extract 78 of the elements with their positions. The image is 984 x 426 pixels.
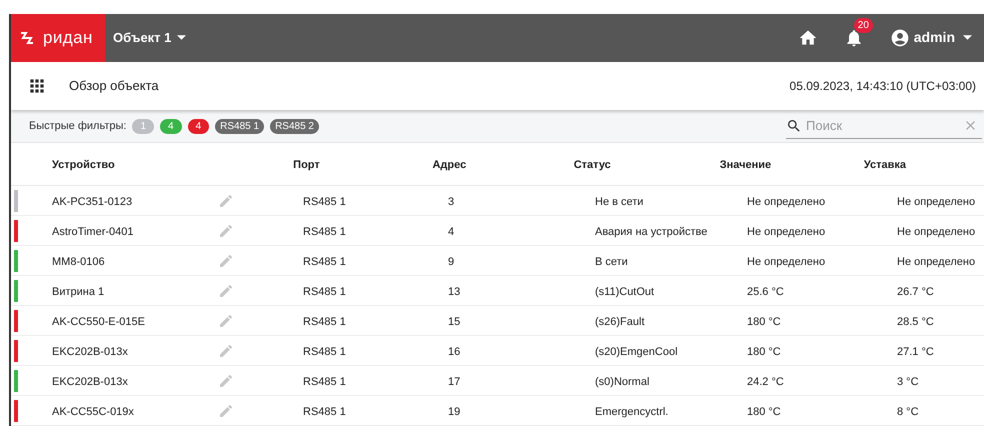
table-cell: RS485 1 bbox=[303, 226, 346, 238]
table-cell: AstroTimer-0401 bbox=[52, 226, 134, 238]
search-field[interactable]: Поиск bbox=[806, 116, 963, 136]
table-cell: 8 °C bbox=[897, 406, 919, 418]
column-header: Порт bbox=[293, 159, 320, 172]
table-cell: Emergencyctrl. bbox=[595, 406, 668, 418]
table-cell: Не определено bbox=[747, 256, 826, 268]
table-cell: RS485 1 bbox=[303, 286, 346, 298]
table-cell: 19 bbox=[448, 406, 460, 418]
user-menu[interactable]: admin bbox=[890, 27, 972, 48]
table-cell: 4 bbox=[448, 226, 454, 238]
filter-chip[interactable]: RS485 2 bbox=[270, 118, 319, 134]
pencil-icon[interactable] bbox=[218, 222, 234, 238]
logo-icon bbox=[19, 30, 35, 45]
pencil-icon[interactable] bbox=[218, 282, 234, 298]
table-cell: Не определено bbox=[897, 226, 976, 238]
table-cell: 27.1 °C bbox=[897, 346, 934, 358]
table-cell: 26.7 °C bbox=[897, 286, 934, 298]
caret-icon bbox=[963, 35, 972, 40]
table-cell: 3 °C bbox=[897, 376, 919, 388]
table-cell: 180 °C bbox=[747, 406, 781, 418]
table-cell: (s26)Fault bbox=[595, 316, 645, 328]
pencil-icon[interactable] bbox=[218, 192, 234, 208]
table-cell: 9 bbox=[448, 256, 454, 268]
caret-icon bbox=[177, 35, 186, 40]
table-cell: 3 bbox=[448, 196, 454, 208]
table-cell: 13 bbox=[448, 286, 460, 298]
table-cell: 25.6 °C bbox=[747, 286, 784, 298]
table-cell: Витрина 1 bbox=[52, 286, 104, 298]
datetime: 05.09.2023, 14:43:10 (UTC+03:00) bbox=[790, 78, 976, 95]
column-header: Уставка bbox=[864, 159, 906, 172]
table-cell: MM8-0106 bbox=[52, 256, 105, 268]
table-cell: EKC202B-013x bbox=[52, 346, 128, 358]
pencil-icon[interactable] bbox=[218, 342, 234, 358]
column-header: Статус bbox=[574, 159, 611, 172]
table-cell: EKC202B-013x bbox=[52, 376, 128, 388]
filters-label: Быстрые фильтры: bbox=[29, 118, 126, 134]
table-cell: RS485 1 bbox=[303, 346, 346, 358]
table-cell: 16 bbox=[448, 346, 460, 358]
notification-badge: 20 bbox=[854, 18, 873, 33]
pencil-icon[interactable] bbox=[218, 312, 234, 328]
table-cell: Не в сети bbox=[595, 196, 644, 208]
object-dropdown[interactable]: Объект 1 bbox=[113, 28, 186, 48]
page-title: Обзор объекта bbox=[69, 77, 159, 96]
column-header: Значение bbox=[720, 159, 772, 172]
table-cell: (s0)Normal bbox=[595, 376, 650, 388]
table-cell: (s11)CutOut bbox=[595, 286, 654, 298]
table-cell: AK-CC55C-019x bbox=[52, 406, 134, 418]
logo-text: ридан bbox=[43, 27, 93, 50]
table-cell: 28.5 °C bbox=[897, 316, 934, 328]
table-cell: RS485 1 bbox=[303, 406, 346, 418]
table-cell: AK-CC550-E-015E bbox=[52, 316, 145, 328]
pencil-icon[interactable] bbox=[218, 252, 234, 268]
table-cell: 180 °C bbox=[747, 316, 781, 328]
table-cell: RS485 1 bbox=[303, 256, 346, 268]
table-cell: RS485 1 bbox=[303, 196, 346, 208]
column-header: Устройство bbox=[52, 159, 115, 172]
pencil-icon[interactable] bbox=[218, 372, 234, 388]
search-icon bbox=[786, 118, 802, 134]
table-cell: Не определено bbox=[747, 196, 826, 208]
table-cell: AK-PC351-0123 bbox=[52, 196, 132, 208]
table-cell: RS485 1 bbox=[303, 376, 346, 388]
table-cell: (s20)EmgenCool bbox=[595, 346, 678, 358]
table-cell: 24.2 °C bbox=[747, 376, 784, 388]
filter-chip[interactable]: 4 bbox=[188, 118, 210, 134]
table-cell: 15 bbox=[448, 316, 460, 328]
table-cell: Не определено bbox=[747, 226, 826, 238]
table-cell: Авария на устройстве bbox=[595, 226, 708, 238]
account-icon bbox=[890, 28, 910, 48]
column-header: Адрес bbox=[432, 159, 466, 172]
table-cell: 17 bbox=[448, 376, 460, 388]
table-cell: RS485 1 bbox=[303, 316, 346, 328]
table-cell: В сети bbox=[595, 256, 628, 268]
table-cell: 180 °C bbox=[747, 346, 781, 358]
table-cell: Не определено bbox=[897, 256, 976, 268]
table-cell: Не определено bbox=[897, 196, 976, 208]
filter-chip[interactable]: RS485 1 bbox=[215, 118, 264, 134]
pencil-icon[interactable] bbox=[218, 402, 234, 418]
